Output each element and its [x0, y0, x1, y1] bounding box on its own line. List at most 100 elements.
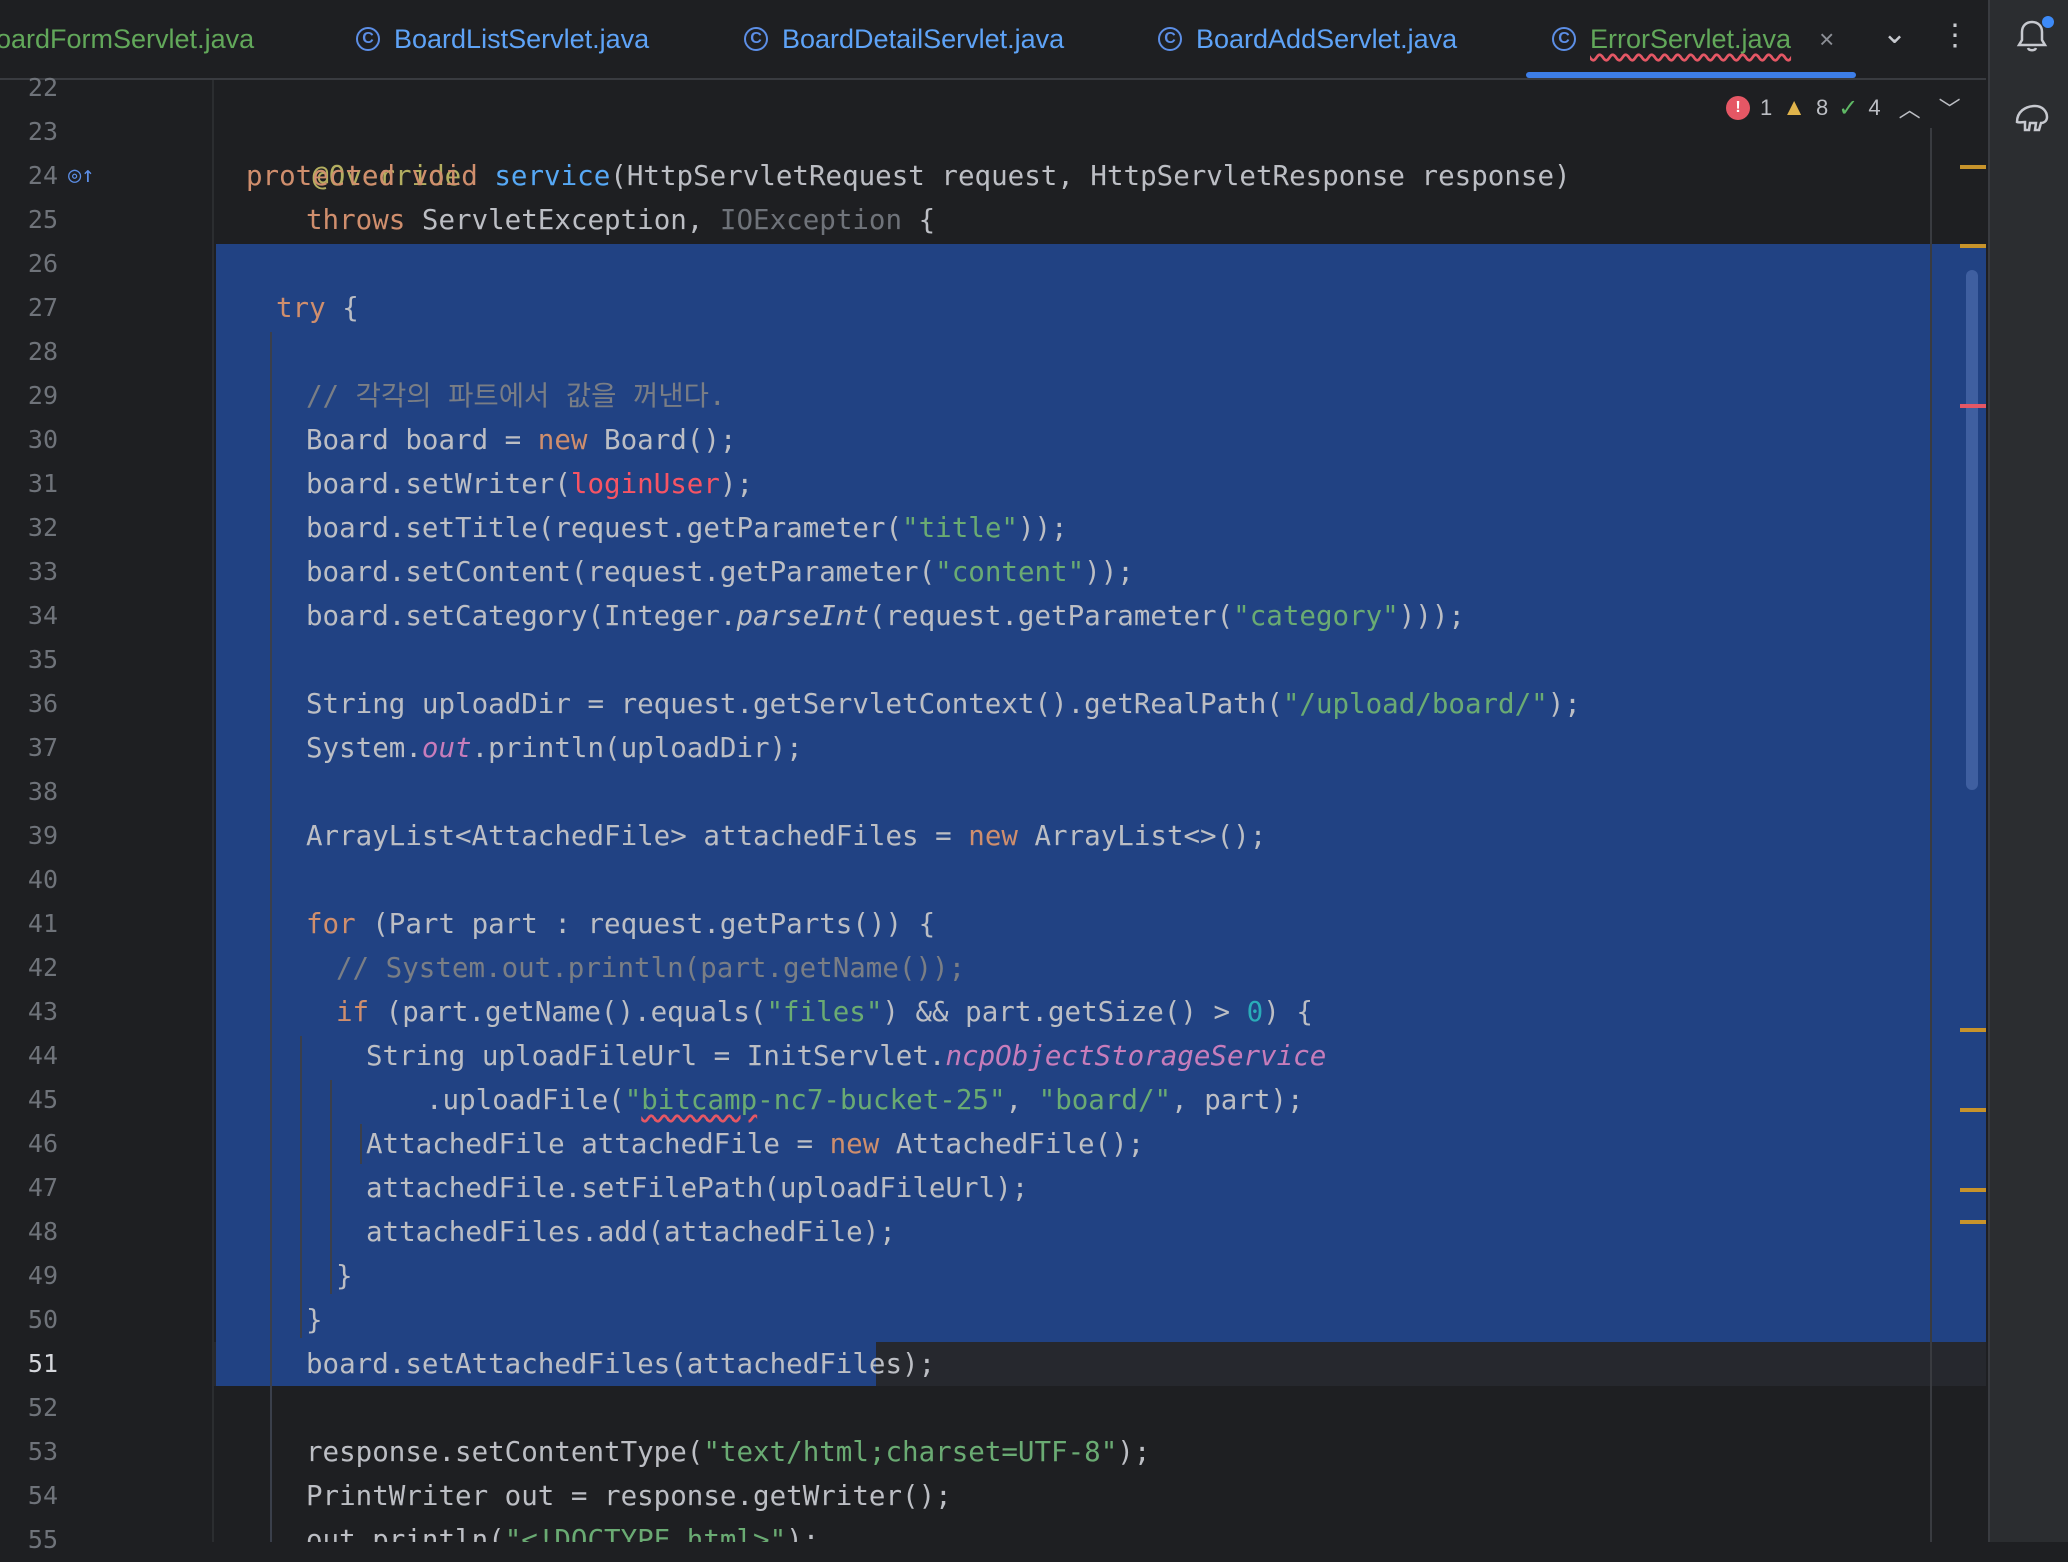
static-field: ncpObjectStorageService — [945, 1040, 1327, 1072]
line-number-current: 51 — [27, 1349, 58, 1378]
tab-label: BoardListServlet.java — [394, 23, 650, 54]
line-number: 45 — [27, 1085, 58, 1114]
code-text: , — [1005, 1084, 1039, 1116]
code-line-48: attachedFiles.add(attachedFile); — [366, 1210, 896, 1254]
line-number: 46 — [27, 1129, 58, 1158]
keyword: new — [829, 1128, 880, 1160]
warning-marker[interactable] — [1960, 165, 1986, 169]
code-text: } — [306, 1304, 323, 1336]
code-text: ); — [786, 1524, 820, 1542]
code-editor[interactable]: @Override protected void service(HttpSer… — [214, 80, 1986, 1542]
database-elephant-icon[interactable] — [2012, 96, 2052, 136]
line-number: 30 — [27, 425, 58, 454]
static-field: out — [421, 732, 472, 764]
code-line-43: if (part.getName().equals("files") && pa… — [336, 990, 1313, 1034]
string-literal: "text/html;charset=UTF-8" — [703, 1436, 1118, 1468]
string-literal: "/upload/board/" — [1282, 688, 1548, 720]
code-text: } — [336, 1260, 353, 1292]
code-text: ))); — [1398, 600, 1465, 632]
string-literal: -nc7-bucket-25" — [757, 1084, 1006, 1116]
line-number: 25 — [27, 205, 58, 234]
code-line-30: Board board = new Board(); — [306, 418, 736, 462]
tab-label: BoardAddServlet.java — [1196, 23, 1458, 54]
indent-guide — [360, 1124, 362, 1164]
string-literal: " — [624, 1084, 642, 1116]
editor-tab-bar: oardFormServlet.java C BoardListServlet.… — [0, 0, 1986, 80]
code-line-27: try { — [276, 286, 359, 330]
code-text: .println(uploadDir); — [471, 732, 803, 764]
code-line-54: PrintWriter out = response.getWriter(); — [306, 1474, 952, 1518]
code-text: board.setCategory(Integer. — [306, 600, 737, 632]
code-text: ArrayList<>(); — [1017, 820, 1267, 852]
code-line-32: board.setTitle(request.getParameter("tit… — [306, 506, 1068, 550]
warning-marker[interactable] — [1960, 1028, 1986, 1032]
code-text: PrintWriter out = response.getWriter(); — [306, 1480, 952, 1512]
more-options-icon[interactable]: ⋮ — [1940, 18, 1970, 53]
line-number: 53 — [27, 1437, 58, 1466]
line-number: 35 — [27, 645, 58, 674]
code-text: (request.getParameter( — [868, 600, 1234, 632]
code-text: Board(); — [587, 424, 737, 456]
string-literal: "title" — [902, 512, 1018, 544]
code-text: AttachedFile attachedFile = — [366, 1128, 830, 1160]
tab-board-list-servlet[interactable]: C BoardListServlet.java — [356, 0, 649, 78]
inspection-widget[interactable]: ! 1 ▲ 8 ✓ 4 ︿ ﹀ — [1726, 92, 1961, 124]
line-number-gutter: 22 23 24 ◎↑ 25 26 27 28 29 30 31 32 33 3… — [0, 73, 214, 1554]
indent-guide — [270, 332, 272, 1542]
code-text: .uploadFile( — [426, 1084, 625, 1116]
tab-board-add-servlet[interactable]: C BoardAddServlet.java — [1158, 0, 1457, 78]
code-text: attachedFile.setFilePath(uploadFileUrl); — [366, 1172, 1029, 1204]
vertical-scrollbar[interactable] — [1966, 270, 1978, 790]
line-number: 26 — [27, 249, 58, 278]
line-number: 47 — [27, 1173, 58, 1202]
override-method-icon[interactable]: ◎↑ — [68, 154, 95, 198]
warning-marker[interactable] — [1960, 1188, 1986, 1192]
code-text: ArrayList<AttachedFile> attachedFiles = — [306, 820, 969, 852]
code-text: (Part part : request.getParts()) { — [355, 908, 936, 940]
keyword: protected — [246, 160, 396, 192]
tab-label: oardFormServlet.java — [0, 23, 255, 54]
line-number: 22 — [27, 73, 58, 102]
error-icon: ! — [1726, 96, 1750, 120]
string-literal: "category" — [1233, 600, 1399, 632]
line-number: 52 — [27, 1393, 58, 1422]
line-number: 43 — [27, 997, 58, 1026]
code-line-24: protected void service(HttpServletReques… — [246, 154, 1571, 198]
code-line-47: attachedFile.setFilePath(uploadFileUrl); — [366, 1166, 1028, 1210]
code-text: board.setContent(request.getParameter( — [306, 556, 936, 588]
code-line-49: } — [336, 1254, 353, 1298]
method-name: service — [494, 160, 611, 192]
code-line-50: } — [306, 1298, 323, 1342]
chevron-down-icon[interactable]: ⌄ — [1882, 16, 1907, 51]
code-line-33: board.setContent(request.getParameter("c… — [306, 550, 1134, 594]
line-number: 32 — [27, 513, 58, 542]
class-icon: C — [1158, 27, 1182, 51]
tab-board-detail-servlet[interactable]: C BoardDetailServlet.java — [744, 0, 1064, 78]
warning-marker[interactable] — [1960, 1220, 1986, 1224]
code-text: { — [902, 204, 936, 236]
previous-problem-icon[interactable]: ︿ — [1899, 92, 1921, 124]
code-line-42: // System.out.println(part.getName()); — [336, 946, 965, 990]
comment: // System.out.println(part.getName()); — [336, 952, 966, 984]
code-text: Board board = — [306, 424, 538, 456]
code-text: String uploadDir = request.getServletCon… — [306, 688, 1283, 720]
line-number: 54 — [27, 1481, 58, 1510]
code-text: board.setTitle(request.getParameter( — [306, 512, 903, 544]
class-icon: C — [1552, 27, 1576, 51]
right-tool-strip — [1988, 0, 2068, 1542]
code-text: ServletException, — [405, 204, 720, 236]
code-line-25: throws ServletException, IOException { — [306, 198, 935, 242]
comment: // 각각의 파트에서 값을 꺼낸다. — [306, 380, 726, 412]
warning-marker[interactable] — [1960, 1108, 1986, 1112]
close-tab-icon[interactable]: × — [1819, 24, 1834, 55]
class-icon: C — [356, 27, 380, 51]
line-number: 49 — [27, 1261, 58, 1290]
warning-marker[interactable] — [1960, 244, 1986, 248]
error-marker[interactable] — [1960, 404, 1986, 408]
code-line-34: board.setCategory(Integer.parseInt(reque… — [306, 594, 1465, 638]
next-problem-icon[interactable]: ﹀ — [1939, 92, 1961, 124]
notification-badge — [2042, 16, 2054, 28]
line-number: 41 — [27, 909, 58, 938]
error-count: 1 — [1760, 95, 1773, 120]
tab-error-servlet[interactable]: C ErrorServlet.java × — [1552, 0, 1834, 78]
